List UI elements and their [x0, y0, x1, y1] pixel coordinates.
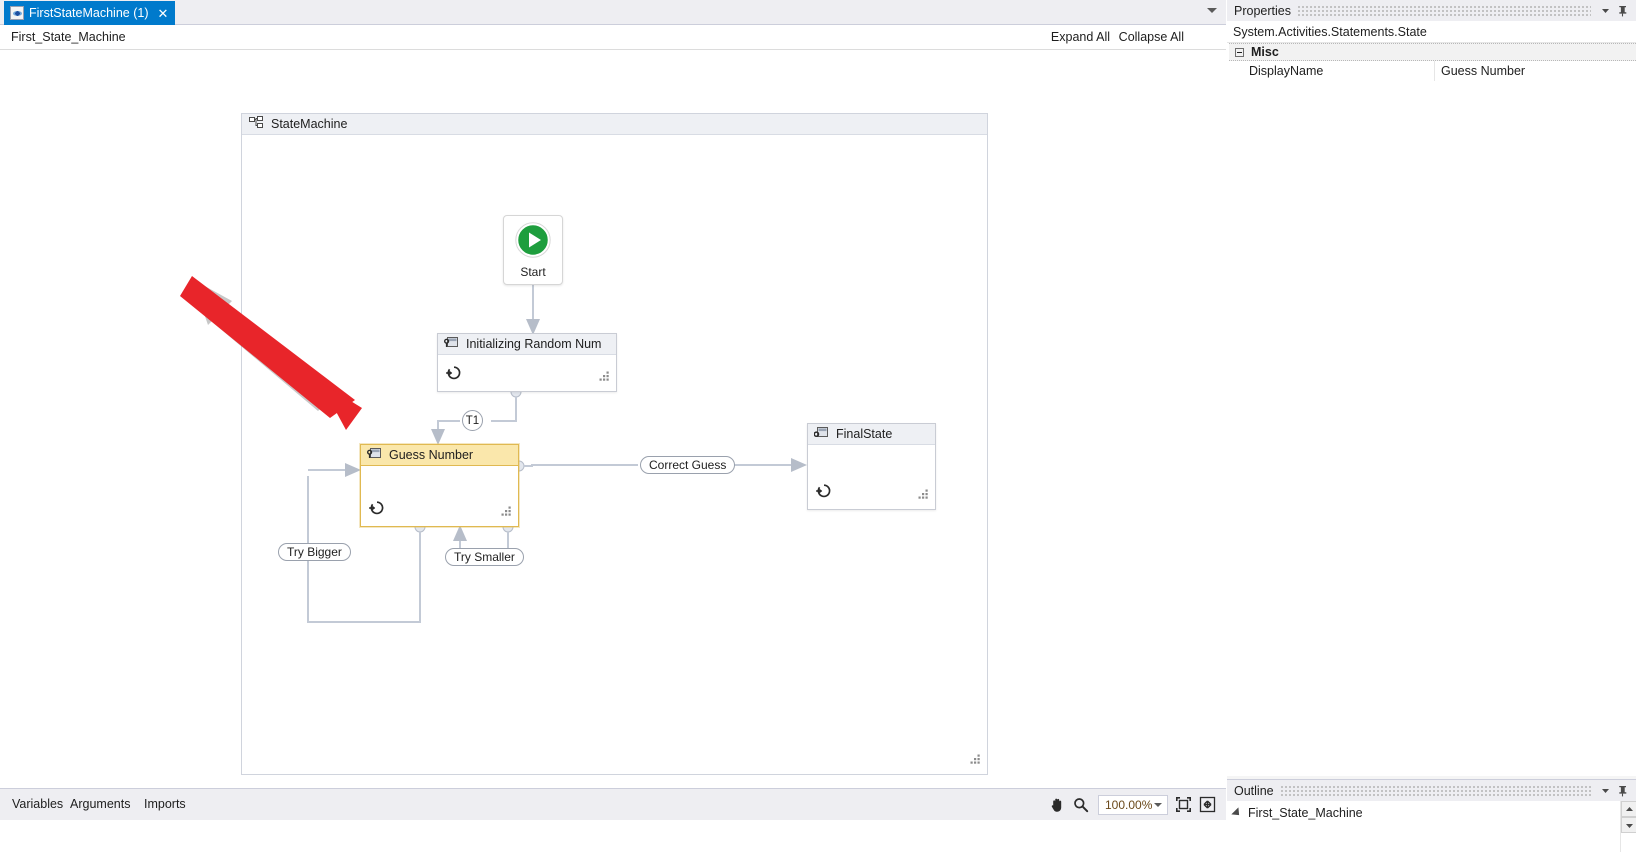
visual-studio-workflow-designer: FirstStateMachine (1) ✕ First_State_Mach… — [0, 0, 1636, 852]
chevron-down-icon[interactable] — [1207, 8, 1217, 13]
workflow-canvas[interactable]: StateMachine Start Initializing Random N… — [0, 50, 1226, 788]
entry-action-icon[interactable] — [368, 500, 386, 519]
outline-title: Outline — [1234, 783, 1274, 798]
zoom-controls: 100.00% — [1045, 793, 1219, 816]
state-icon — [366, 447, 382, 463]
outline-header: Outline — [1227, 780, 1636, 801]
properties-window: Properties System.Activities.Statements.… — [1227, 0, 1636, 776]
resize-grip-icon[interactable] — [501, 506, 512, 520]
state-header: Guess Number — [361, 445, 518, 466]
transition-label-try-smaller[interactable]: Try Smaller — [445, 548, 524, 566]
scroll-down-icon[interactable] — [1621, 817, 1636, 833]
workflow-designer-icon — [10, 6, 24, 20]
chevron-down-icon[interactable] — [1154, 802, 1162, 807]
restore-zoom-icon[interactable] — [1195, 793, 1219, 816]
arguments-link[interactable]: Arguments — [70, 797, 130, 811]
outline-scrollbar[interactable] — [1620, 801, 1636, 852]
property-name: DisplayName — [1229, 61, 1435, 81]
outline-window: Outline First_State_Machine — [1227, 779, 1636, 852]
designer-pane: FirstStateMachine (1) ✕ First_State_Mach… — [0, 0, 1226, 852]
drag-dots — [1296, 5, 1591, 16]
transition-label-correct-guess[interactable]: Correct Guess — [640, 456, 736, 474]
designer-footer-strip — [0, 820, 1226, 852]
property-value[interactable]: Guess Number — [1435, 61, 1636, 81]
scroll-up-icon[interactable] — [1621, 801, 1636, 817]
state-machine-body[interactable]: Start Initializing Random Num Guess Numb… — [242, 135, 987, 774]
properties-header: Properties — [1227, 0, 1636, 21]
state-node-finalstate[interactable]: FinalState — [807, 423, 936, 510]
state-title: FinalState — [836, 427, 893, 441]
property-grid[interactable]: Misc DisplayName Guess Number — [1229, 43, 1636, 776]
breadcrumb[interactable]: First_State_Machine — [11, 30, 126, 44]
state-body[interactable] — [438, 355, 616, 391]
property-row-displayname[interactable]: DisplayName Guess Number — [1229, 61, 1636, 81]
pin-icon[interactable] — [1614, 2, 1631, 19]
play-circle-icon — [515, 221, 551, 261]
outline-tree[interactable]: First_State_Machine — [1227, 801, 1636, 852]
state-icon — [443, 336, 459, 352]
property-category-misc[interactable]: Misc — [1229, 43, 1636, 61]
zoom-level-combobox[interactable]: 100.00% — [1098, 794, 1168, 815]
hand-pan-icon[interactable] — [1045, 793, 1069, 816]
state-title: Guess Number — [389, 448, 474, 462]
document-tab-firststatemachine[interactable]: FirstStateMachine (1) ✕ — [4, 1, 176, 25]
variables-link[interactable]: Variables — [12, 797, 63, 811]
state-header: Initializing Random Num — [438, 334, 616, 355]
final-state-icon — [813, 426, 829, 442]
chevron-down-icon[interactable] — [1597, 782, 1614, 799]
entry-action-icon[interactable] — [815, 483, 833, 502]
chevron-down-icon[interactable] — [1597, 2, 1614, 19]
state-body[interactable] — [808, 445, 935, 509]
designer-bottom-bar: Variables Arguments Imports 100.00% — [0, 788, 1226, 820]
start-node[interactable]: Start — [503, 215, 563, 285]
drag-dots — [1279, 785, 1591, 796]
zoom-level-value: 100.00% — [1105, 797, 1153, 812]
state-machine-header: StateMachine — [242, 114, 987, 135]
resize-grip-icon[interactable] — [918, 489, 929, 503]
outline-root-item[interactable]: First_State_Machine — [1227, 803, 1363, 822]
state-machine-icon — [249, 115, 263, 133]
collapse-all-link[interactable]: Collapse All — [1119, 30, 1184, 44]
outline-root-label: First_State_Machine — [1248, 805, 1363, 820]
right-tool-windows: Properties System.Activities.Statements.… — [1227, 0, 1636, 852]
resize-grip-icon[interactable] — [970, 754, 981, 768]
state-machine-title: StateMachine — [271, 117, 348, 131]
state-header: FinalState — [808, 424, 935, 445]
document-tab-label: FirstStateMachine (1) — [29, 6, 149, 20]
state-node-initializing-random-num[interactable]: Initializing Random Num — [437, 333, 617, 392]
properties-object-type: System.Activities.Statements.State — [1233, 24, 1427, 39]
transition-label-t1[interactable]: T1 — [462, 410, 483, 431]
state-title: Initializing Random Num — [466, 337, 602, 351]
properties-title: Properties — [1234, 3, 1291, 18]
state-body[interactable] — [361, 466, 518, 526]
resize-grip-icon[interactable] — [599, 371, 610, 385]
collapse-icon[interactable] — [1235, 47, 1244, 57]
start-label: Start — [520, 264, 546, 279]
fit-to-screen-icon[interactable] — [1171, 793, 1195, 816]
transition-label-try-bigger[interactable]: Try Bigger — [278, 543, 351, 561]
state-node-guess-number[interactable]: Guess Number — [360, 444, 519, 527]
document-tab-strip: FirstStateMachine (1) ✕ — [0, 0, 1226, 25]
state-machine-container[interactable]: StateMachine Start Initializing Random N… — [241, 113, 988, 775]
close-icon[interactable]: ✕ — [157, 7, 168, 20]
expand-triangle-icon[interactable] — [1231, 806, 1243, 819]
properties-object-line: System.Activities.Statements.State — [1227, 21, 1636, 43]
magnifier-icon[interactable] — [1069, 793, 1093, 816]
imports-link[interactable]: Imports — [144, 797, 186, 811]
breadcrumb-bar: First_State_Machine Expand All Collapse … — [0, 25, 1226, 50]
pin-icon[interactable] — [1614, 782, 1631, 799]
property-category-label: Misc — [1251, 45, 1279, 59]
expand-all-link[interactable]: Expand All — [1051, 30, 1110, 44]
entry-action-icon[interactable] — [445, 365, 463, 384]
